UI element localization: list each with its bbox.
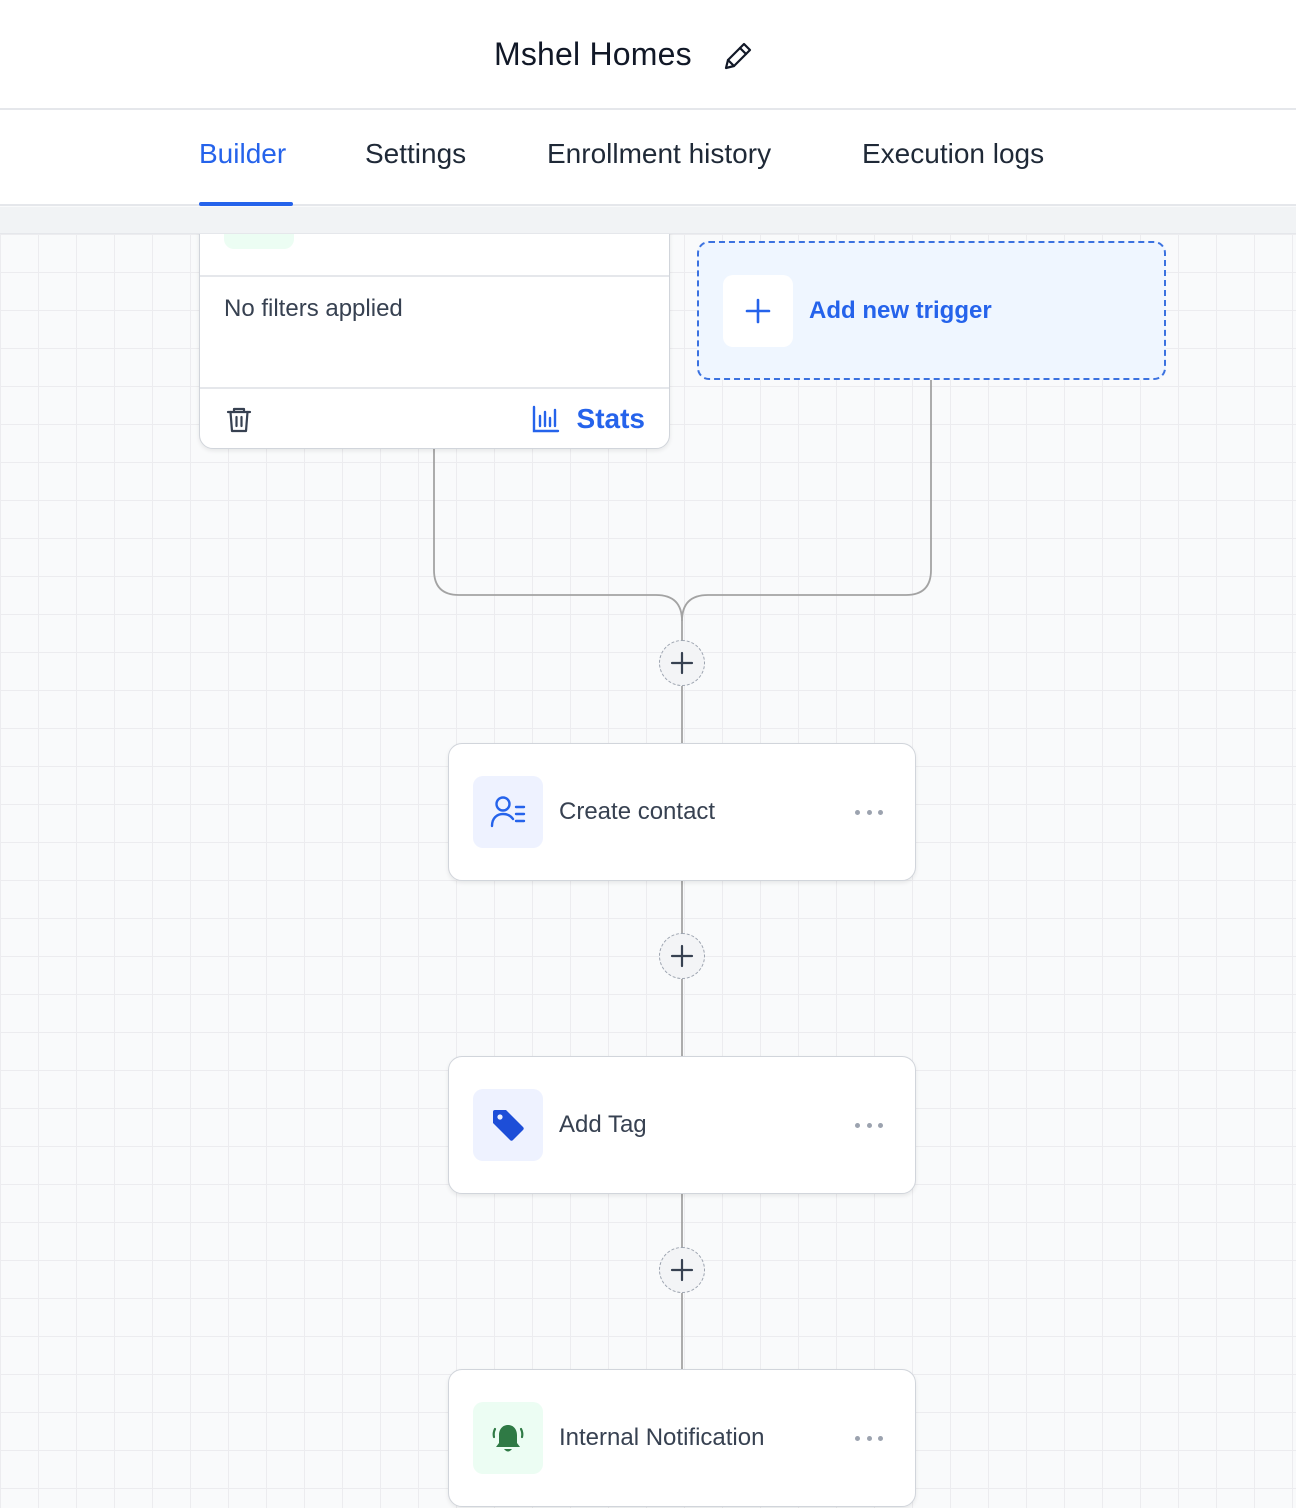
action-card-create-contact[interactable]: Create contact — [448, 743, 916, 881]
filters-summary: No filters applied — [224, 295, 403, 322]
divider — [200, 387, 669, 389]
more-options-icon[interactable] — [855, 802, 883, 822]
add-new-trigger-button[interactable]: Add new trigger — [697, 241, 1166, 380]
divider — [200, 275, 669, 277]
tag-icon — [473, 1089, 543, 1161]
tab-builder[interactable]: Builder — [199, 138, 286, 170]
tab-enrollment-history[interactable]: Enrollment history — [547, 138, 771, 170]
trigger-card[interactable]: No filters applied Stats — [199, 234, 670, 449]
add-step-button[interactable] — [659, 640, 705, 686]
more-options-icon[interactable] — [855, 1115, 883, 1135]
action-label: Add Tag — [559, 1111, 647, 1138]
trigger-type-badge — [224, 234, 294, 249]
active-tab-indicator — [199, 202, 293, 206]
header-bar: Mshel Homes — [0, 0, 1296, 110]
add-step-button[interactable] — [659, 933, 705, 979]
more-options-icon[interactable] — [855, 1428, 883, 1448]
tab-settings[interactable]: Settings — [365, 138, 466, 170]
plus-icon — [670, 944, 694, 968]
add-step-button[interactable] — [659, 1247, 705, 1293]
workflow-canvas[interactable]: No filters applied Stats Add new trigger… — [0, 234, 1296, 1508]
contact-list-icon — [473, 776, 543, 848]
tab-bar: Builder Settings Enrollment history Exec… — [0, 110, 1296, 206]
action-card-internal-notification[interactable]: Internal Notification — [448, 1369, 916, 1507]
plus-icon — [670, 1258, 694, 1282]
action-label: Internal Notification — [559, 1424, 765, 1451]
page-title: Mshel Homes — [494, 36, 692, 72]
pencil-icon[interactable] — [720, 38, 756, 74]
plus-icon — [723, 275, 793, 347]
toolbar-strip — [0, 207, 1296, 234]
stats-button[interactable]: Stats — [531, 401, 645, 437]
action-card-add-tag[interactable]: Add Tag — [448, 1056, 916, 1194]
stats-label: Stats — [576, 403, 645, 434]
action-label: Create contact — [559, 798, 716, 825]
bell-icon — [473, 1402, 543, 1474]
title-area: Mshel Homes — [0, 0, 1296, 110]
add-new-trigger-label: Add new trigger — [809, 297, 992, 324]
trash-icon[interactable] — [224, 405, 254, 435]
tab-execution-logs[interactable]: Execution logs — [862, 138, 1044, 170]
bar-chart-icon — [531, 404, 561, 434]
plus-icon — [670, 651, 694, 675]
